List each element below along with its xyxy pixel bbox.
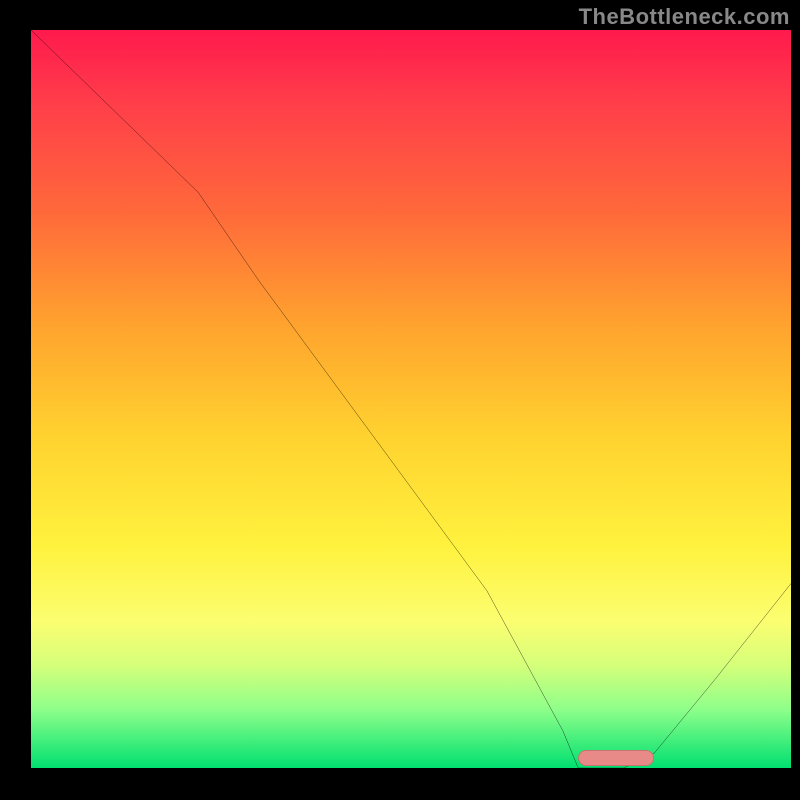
watermark-text: TheBottleneck.com bbox=[579, 4, 790, 30]
chart-container: TheBottleneck.com bbox=[0, 0, 800, 800]
plot-axes bbox=[25, 30, 791, 774]
optimal-range-marker bbox=[578, 750, 654, 766]
plot-area bbox=[31, 30, 791, 768]
bottleneck-curve bbox=[31, 30, 791, 768]
curve-path bbox=[31, 30, 791, 768]
